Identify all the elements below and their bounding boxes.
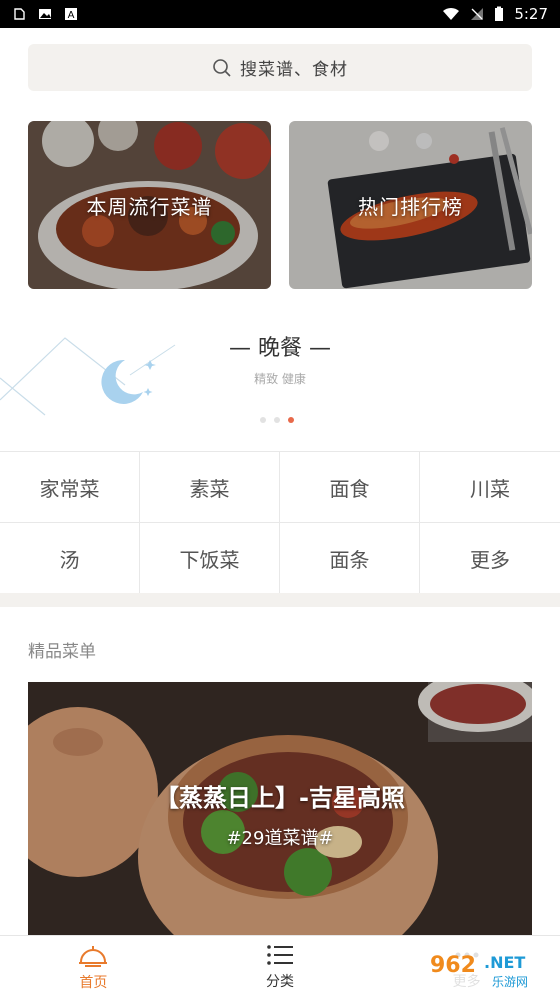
signal-off-icon [471, 8, 484, 20]
search-bar[interactable]: 搜菜谱、食材 [28, 44, 532, 91]
featured-title: 【蒸蒸日上】-吉星高照 [155, 784, 405, 812]
notification-icon [14, 8, 25, 20]
nav-category-label: 分类 [266, 973, 294, 990]
category-miantiao[interactable]: 面条 [280, 523, 420, 594]
carousel-dot [274, 417, 280, 423]
carousel-dot-active [288, 417, 294, 423]
status-bar: A 5:27 [0, 0, 560, 28]
meal-title: — 晚餐 — [229, 336, 331, 361]
svg-text:.NET: .NET [484, 953, 525, 972]
category-sucai[interactable]: 素菜 [140, 452, 280, 523]
section-divider [0, 593, 560, 607]
banner-label: 热门排行榜 [358, 194, 463, 219]
svg-text:A: A [68, 10, 75, 21]
search-placeholder: 搜菜谱、食材 [240, 60, 348, 80]
featured-subtitle: #29道菜谱# [226, 828, 334, 849]
category-mianshi[interactable]: 面食 [280, 452, 420, 523]
category-more[interactable]: 更多 [420, 523, 560, 594]
nav-home-label: 首页 [79, 974, 108, 991]
battery-icon [495, 6, 504, 21]
svg-text:乐游网: 乐游网 [492, 975, 528, 989]
svg-text:962: 962 [430, 953, 476, 978]
home-icon [79, 945, 108, 967]
category-grid: 家常菜 素菜 面食 川菜 汤 下饭菜 面条 更多 [0, 451, 560, 594]
site-watermark-logo: 962 .NET 乐游网 [422, 946, 556, 992]
banner-label: 本周流行菜谱 [86, 194, 213, 219]
category-jiachangcai[interactable]: 家常菜 [0, 452, 140, 523]
app-a-icon: A [65, 8, 77, 21]
carousel-dot [260, 417, 266, 423]
wifi-icon [443, 7, 460, 20]
category-xiafancai[interactable]: 下饭菜 [140, 523, 280, 594]
featured-section-title: 精品菜单 [28, 642, 96, 662]
featured-menu-card[interactable]: 【蒸蒸日上】-吉星高照 #29道菜谱# [28, 682, 532, 935]
nav-category[interactable]: 分类 [187, 936, 374, 997]
search-icon [213, 58, 231, 77]
category-chuancai[interactable]: 川菜 [420, 452, 560, 523]
nav-home[interactable]: 首页 [0, 936, 187, 997]
status-time: 5:27 [514, 5, 548, 23]
banner-weekly-popular[interactable]: 本周流行菜谱 [28, 121, 271, 289]
image-icon [39, 9, 51, 19]
category-tang[interactable]: 汤 [0, 523, 140, 594]
meal-carousel[interactable]: — 晚餐 — 精致 健康 [0, 300, 560, 440]
list-icon [267, 944, 293, 965]
carousel-indicator [260, 417, 294, 423]
meal-subtitle: 精致 健康 [254, 372, 306, 386]
banner-hot-ranking[interactable]: 热门排行榜 [289, 121, 532, 289]
